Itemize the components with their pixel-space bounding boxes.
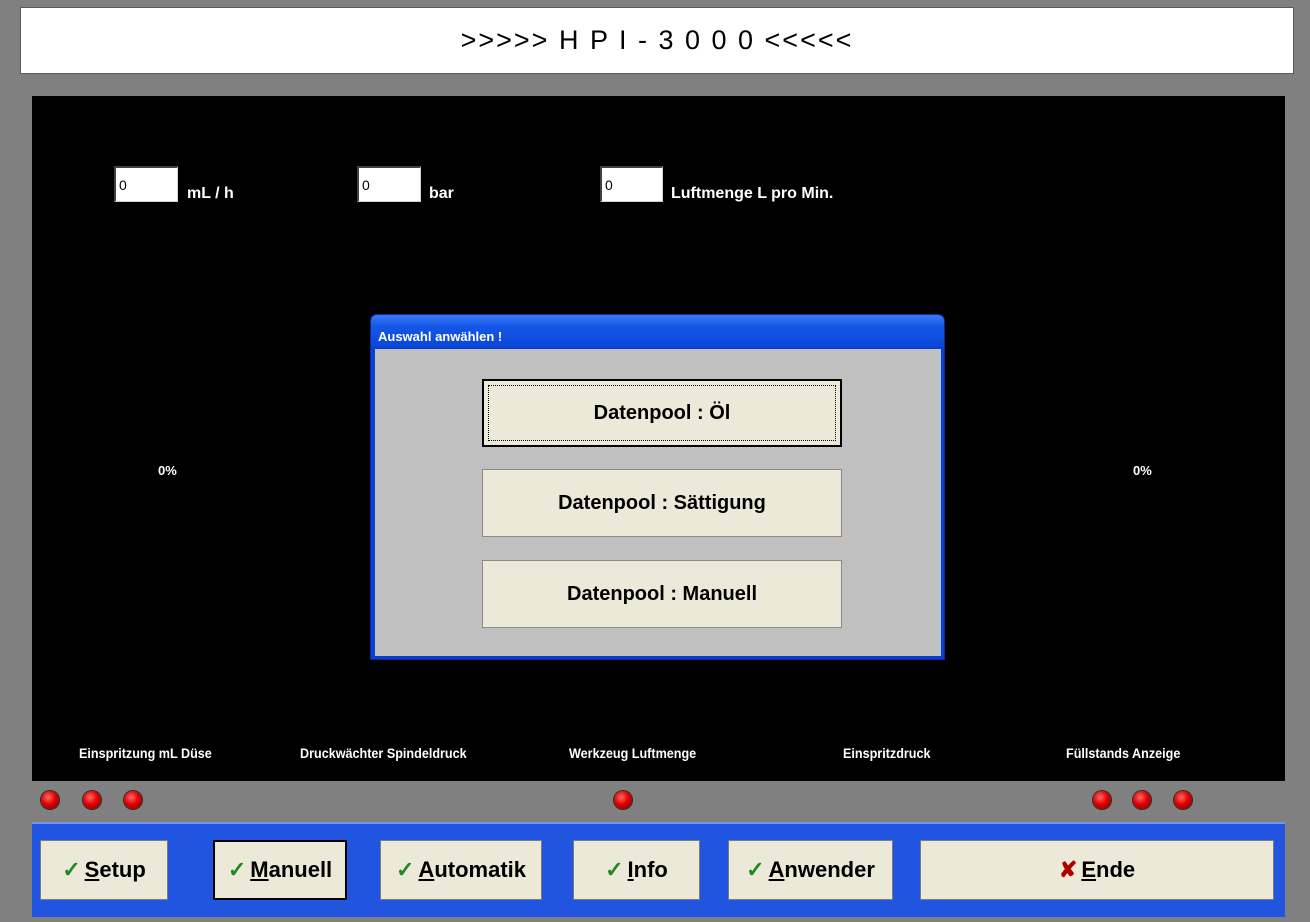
label-tool-air-flow: Werkzeug Luftmenge [569, 745, 697, 761]
check-icon: ✓ [395, 857, 415, 882]
setup-label: Setup [84, 857, 146, 882]
manuell-label: Manuell [250, 857, 333, 882]
pressure-unit: bar [429, 185, 454, 202]
check-icon: ✓ [227, 857, 247, 882]
gauge-left-percent: 0% [158, 463, 177, 478]
led-indicator-1 [41, 791, 59, 809]
ende-button[interactable]: ✘ Ende [920, 840, 1274, 900]
led-indicator-6 [1133, 791, 1151, 809]
setup-button[interactable]: ✓ Setup [40, 840, 168, 900]
selection-dialog: Auswahl anwählen ! Datenpool : Öl Datenp… [370, 314, 945, 660]
dialog-title: Auswahl anwählen ! [378, 329, 503, 344]
info-label: Info [627, 857, 668, 882]
info-button[interactable]: ✓ Info [573, 840, 700, 900]
flow-rate-input[interactable] [114, 166, 178, 202]
datenpool-oel-button[interactable]: Datenpool : Öl [482, 379, 842, 447]
led-indicator-7 [1174, 791, 1192, 809]
check-icon: ✓ [605, 857, 624, 882]
manuell-button[interactable]: ✓ Manuell [213, 840, 347, 900]
label-spindle-pressure: Druckwächter Spindeldruck [300, 745, 467, 761]
label-fill-level: Füllstands Anzeige [1066, 745, 1181, 761]
dialog-titlebar[interactable]: Auswahl anwählen ! [371, 315, 944, 347]
automatik-label: Automatik [418, 857, 526, 882]
check-icon: ✓ [62, 857, 81, 882]
datenpool-manuell-button[interactable]: Datenpool : Manuell [482, 560, 842, 628]
flow-rate-unit: mL / h [187, 185, 234, 202]
x-icon: ✘ [1058, 857, 1078, 882]
air-flow-input[interactable] [600, 166, 663, 202]
check-icon: ✓ [746, 857, 765, 882]
ende-label: Ende [1081, 857, 1136, 882]
anwender-label: Anwender [768, 857, 875, 882]
led-indicator-4 [614, 791, 632, 809]
gauge-right-percent: 0% [1133, 463, 1152, 478]
air-flow-unit: Luftmenge L pro Min. [671, 185, 834, 202]
app-title: >>>>> H P I - 3 0 0 0 <<<<< [460, 25, 854, 55]
bottom-toolbar: ✓ Setup ✓ Manuell ✓ Automatik ✓ Info ✓ A… [32, 822, 1285, 917]
led-indicator-2 [83, 791, 101, 809]
datenpool-saettigung-button[interactable]: Datenpool : Sättigung [482, 469, 842, 537]
label-injection-pressure: Einspritzdruck [843, 745, 931, 761]
led-indicator-3 [124, 791, 142, 809]
automatik-button[interactable]: ✓ Automatik [380, 840, 542, 900]
anwender-button[interactable]: ✓ Anwender [728, 840, 893, 900]
dialog-body: Datenpool : Öl Datenpool : Sättigung Dat… [375, 349, 941, 656]
led-indicator-5 [1093, 791, 1111, 809]
title-bar: >>>>> H P I - 3 0 0 0 <<<<< [20, 7, 1294, 74]
pressure-input[interactable] [357, 166, 421, 202]
label-injection-nozzle: Einspritzung mL Düse [79, 745, 212, 761]
